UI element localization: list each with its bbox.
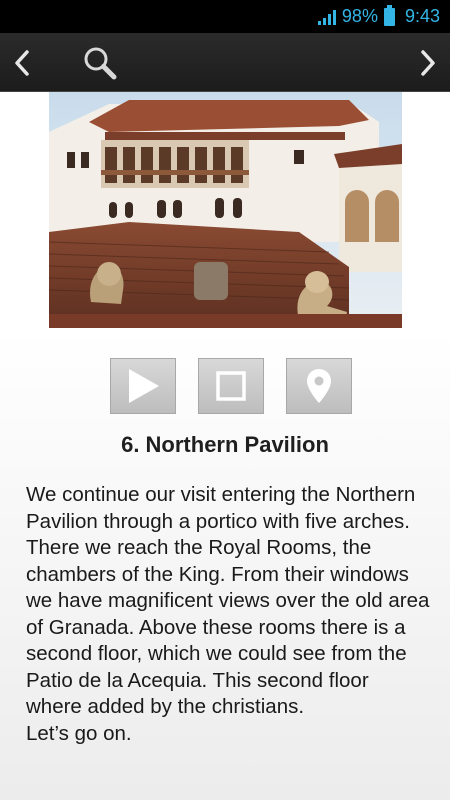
play-button[interactable] [110,358,176,414]
map-pin-icon [307,369,331,403]
chevron-left-icon [15,49,29,76]
clock: 9:43 [404,6,440,26]
location-button[interactable] [286,358,352,414]
forward-button[interactable] [406,33,450,92]
back-button[interactable] [0,33,44,92]
photo-northern-pavilion [49,92,402,328]
chevron-right-icon [421,49,435,76]
search-button[interactable] [78,41,122,85]
battery-percent: 98% [341,6,378,26]
status-bar: 98% 9:43 [0,0,450,33]
search-icon [84,47,117,80]
description-text: We continue our visit entering the North… [26,482,430,747]
description-paragraph: We continue our visit entering the North… [26,483,430,718]
stop-icon [216,371,246,401]
signal-icon [317,9,336,25]
description-closing: Let’s go on. [26,721,132,745]
media-controls [110,358,352,414]
page-title: 6. Northern Pavilion [121,432,329,457]
play-icon [129,369,159,403]
action-bar [0,33,450,92]
battery-icon [383,4,395,26]
stop-button[interactable] [198,358,264,414]
